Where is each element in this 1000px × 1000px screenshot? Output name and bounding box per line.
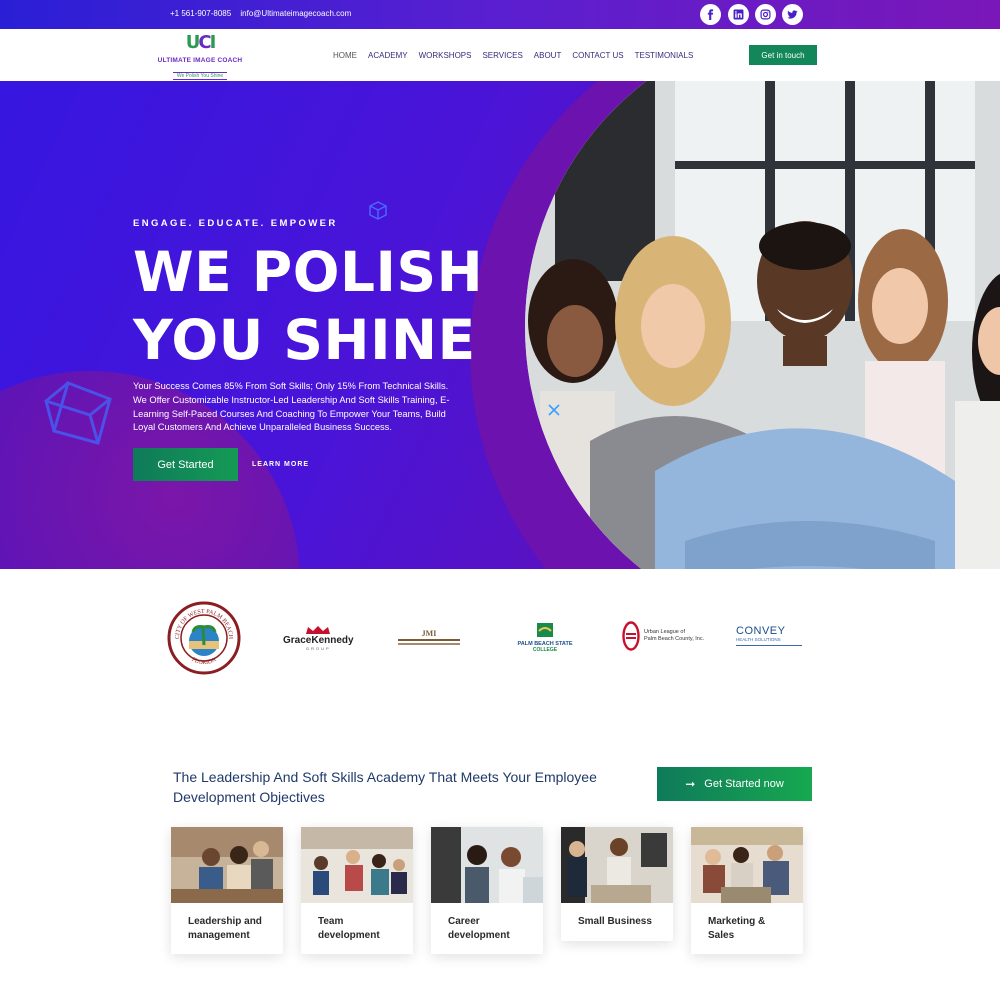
course-card-team[interactable]: Team development [301,827,413,954]
course-card-marketing-sales[interactable]: Marketing & Sales [691,827,803,954]
get-in-touch-button[interactable]: Get in touch [749,45,817,65]
arrow-right-icon: ➞ [685,777,696,791]
contact-info: +1 561-907-8085 info@Ultimateimagecoach.… [170,9,358,18]
cross-decoration [548,404,560,416]
course-card-label: Small Business [578,916,652,927]
logo-tagline: We Polish You Shine [172,72,228,80]
course-card-label: Career development [448,916,510,941]
palm-beach-state-college-logo: PALM BEACH STATE COLLEGE [512,621,578,653]
logo-name: ULTIMATE IMAGE COACH [157,57,243,64]
course-card-label: Marketing & Sales [708,916,766,941]
hero-title: WE POLISH YOU SHINE [133,240,484,372]
convey-health-logo: CONVEY HEALTH SOLUTIONS [736,625,806,646]
logo-mark: UCI [185,32,216,53]
phone-link[interactable]: +1 561-907-8085 [170,9,231,18]
top-bar: +1 561-907-8085 info@Ultimateimagecoach.… [0,0,1000,29]
gracekennedy-logo: GraceKennedy GROUP [283,625,354,651]
crown-icon [306,626,331,634]
nav-home[interactable]: HOME [333,51,357,60]
course-card-image [691,827,803,903]
nav-menu: HOME ACADEMY WORKSHOPS SERVICES ABOUT CO… [333,51,704,60]
nav-academy[interactable]: ACADEMY [368,51,408,60]
course-card-image [561,827,673,903]
nav-testimonials[interactable]: TESTIMONIALS [635,51,694,60]
course-card-leadership[interactable]: Leadership and management [171,827,283,954]
course-card-career[interactable]: Career development [431,827,543,954]
twitter-icon[interactable] [782,4,803,25]
cube-decoration-large [44,381,112,445]
course-card-small-business[interactable]: Small Business [561,827,673,941]
pbsc-emblem-icon [537,623,553,637]
client-logos: CITY OF WEST PALM BEACH FLORIDA GraceKen… [0,569,1000,729]
hero-team-photo [525,81,1000,569]
facebook-icon[interactable] [700,4,721,25]
linkedin-icon[interactable] [728,4,749,25]
email-link[interactable]: info@Ultimateimagecoach.com [240,9,351,18]
site-logo[interactable]: UCI ULTIMATE IMAGE COACH We Polish You S… [150,32,250,80]
urban-league-emblem-icon [622,621,640,651]
nav-contact-us[interactable]: CONTACT US [572,51,623,60]
academy-heading: The Leadership And Soft Skills Academy T… [173,769,597,805]
nav-services[interactable]: SERVICES [482,51,522,60]
get-started-button[interactable]: Get Started [133,448,238,481]
get-started-now-button[interactable]: ➞ Get Started now [657,767,812,801]
cube-decoration-small [369,201,387,220]
course-card-image [301,827,413,903]
course-card-label: Leadership and management [188,916,262,941]
hero-description: Your Success Comes 85% From Soft Skills;… [133,381,450,433]
learn-more-link[interactable]: LEARN MORE [252,461,309,468]
hero-eyebrow: ENGAGE. EDUCATE. EMPOWER [133,218,338,229]
nav-workshops[interactable]: WORKSHOPS [419,51,472,60]
course-card-label: Team development [318,916,380,941]
course-card-image [171,827,283,903]
instagram-icon[interactable] [755,4,776,25]
nav-about[interactable]: ABOUT [534,51,562,60]
west-palm-beach-seal-logo: CITY OF WEST PALM BEACH FLORIDA [167,601,241,675]
jmi-logo: JMI [398,629,460,645]
course-card-image [431,827,543,903]
get-started-now-label: Get Started now [704,778,784,790]
